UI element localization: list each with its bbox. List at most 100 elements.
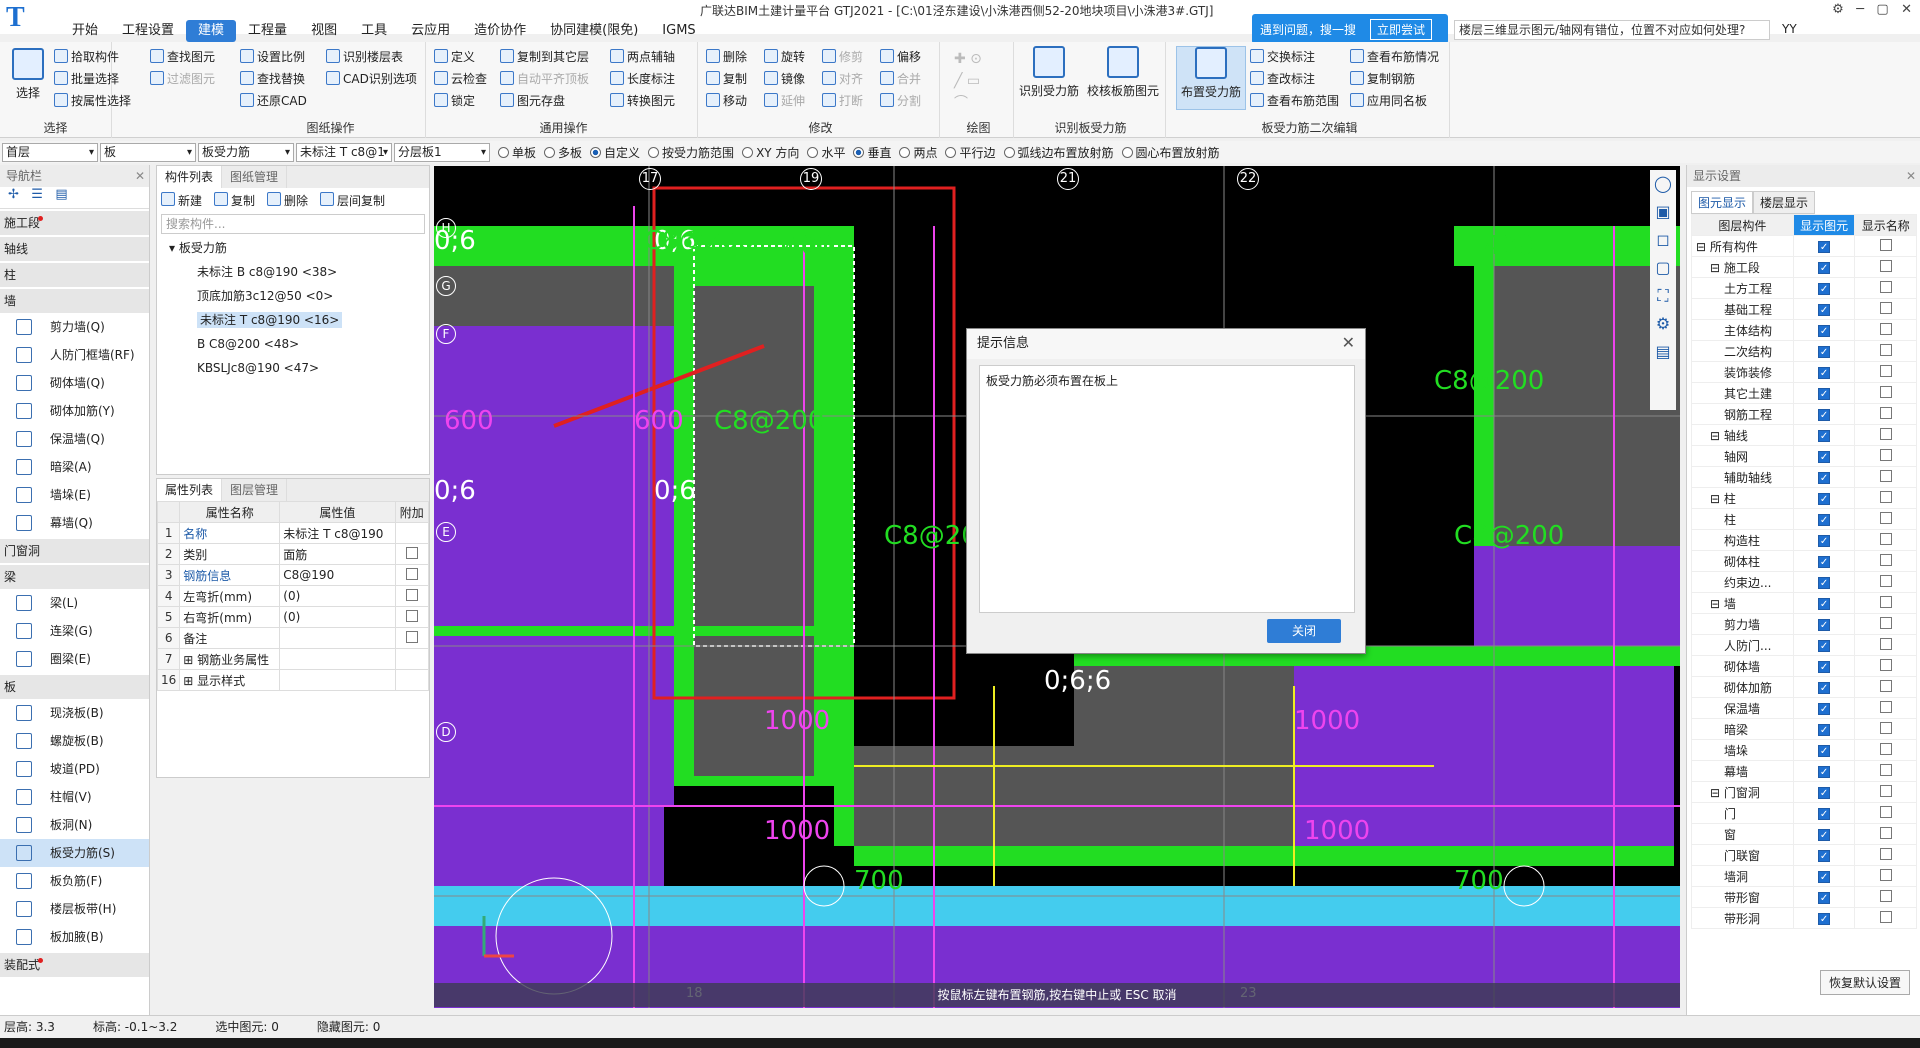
display-row[interactable]: 轴网 ✓ (1691, 445, 1917, 467)
window-controls[interactable]: ⚙ ─ ▢ ✕ (1832, 2, 1912, 17)
property-value[interactable]: (0) (279, 606, 396, 628)
display-row[interactable]: 柱 ✓ (1691, 508, 1917, 530)
show-name-cell[interactable] (1854, 655, 1917, 677)
property-value[interactable]: C8@190 (279, 564, 396, 586)
show-element-cell[interactable]: ✓ (1792, 445, 1856, 467)
display-tab-0[interactable]: 图元显示 (1691, 191, 1754, 214)
nav-section-0[interactable]: 施工段 (0, 211, 149, 235)
nav-item[interactable]: 保温墙(Q) (0, 425, 149, 453)
extra-checkbox[interactable] (405, 546, 418, 559)
property-row[interactable]: 5 右弯折(mm) (0) (156, 606, 430, 628)
show-name-cell[interactable] (1854, 382, 1917, 404)
show-name-cell[interactable] (1854, 907, 1917, 929)
option-radio-2[interactable]: 自定义 (590, 144, 640, 161)
show-name-cell[interactable] (1854, 466, 1917, 488)
display-row[interactable]: 砌体柱 ✓ (1691, 550, 1917, 572)
subtype-combo[interactable]: 板受力筋 (198, 142, 294, 162)
show-name-cell[interactable] (1854, 235, 1917, 257)
show-element-cell[interactable]: ✓ (1792, 424, 1856, 446)
show-name-checkbox[interactable] (1879, 364, 1892, 377)
component-tool-3[interactable]: 层间复制 (320, 191, 385, 209)
property-extra[interactable] (394, 669, 430, 691)
expand-icon[interactable]: ⊞ (183, 653, 197, 667)
show-element-cell[interactable]: ✓ (1792, 487, 1856, 509)
menu-9[interactable]: IGMS (650, 20, 707, 42)
display-row[interactable]: 基础工程 ✓ (1691, 298, 1917, 320)
nav-item[interactable]: 螺旋板(B) (0, 727, 149, 755)
extra-checkbox[interactable] (405, 609, 418, 622)
display-row[interactable]: 其它土建 ✓ (1691, 382, 1917, 404)
display-row[interactable]: 钢筋工程 ✓ (1691, 403, 1917, 425)
show-element-cell[interactable]: ✓ (1792, 382, 1856, 404)
show-name-checkbox[interactable] (1879, 784, 1892, 797)
nav-item[interactable]: 板洞(N) (0, 811, 149, 839)
show-element-checkbox[interactable]: ✓ (1818, 745, 1831, 757)
option-radio-0[interactable]: 单板 (498, 144, 536, 161)
place-rebar-button[interactable]: 布置受力筋 (1176, 46, 1246, 110)
menu-5[interactable]: 工具 (349, 20, 399, 42)
show-element-cell[interactable]: ✓ (1792, 802, 1856, 824)
show-name-checkbox[interactable] (1879, 763, 1892, 776)
show-element-checkbox[interactable]: ✓ (1818, 304, 1831, 316)
show-element-cell[interactable]: ✓ (1792, 235, 1856, 257)
extra-checkbox[interactable] (405, 567, 418, 580)
cloud-check-button[interactable]: 云检查 (434, 68, 487, 88)
nav-item[interactable]: 板受力筋(S) (0, 839, 149, 867)
expand-icon[interactable]: ⊟ (1710, 597, 1724, 611)
menu-0[interactable]: 开始 (60, 20, 110, 42)
property-value[interactable] (279, 669, 396, 691)
show-element-cell[interactable]: ✓ (1792, 508, 1856, 530)
select-button[interactable]: 选择 (8, 48, 48, 108)
try-now-button[interactable]: 立即尝试 (1370, 18, 1433, 40)
nav-section-5[interactable]: 梁 (0, 565, 149, 589)
nav-section-7[interactable]: 装配式 (0, 953, 149, 977)
nav-section-6[interactable]: 板 (0, 675, 149, 699)
view-range-button[interactable]: 查看布筋范围 (1250, 90, 1339, 110)
nav-item[interactable]: 板负筋(F) (0, 867, 149, 895)
show-element-checkbox[interactable]: ✓ (1818, 913, 1831, 925)
option-radio-1[interactable]: 多板 (544, 144, 582, 161)
nav-item[interactable]: 墙垛(E) (0, 481, 149, 509)
display-row[interactable]: 约束边... ✓ (1691, 571, 1917, 593)
show-name-cell[interactable] (1854, 886, 1917, 908)
nav-item[interactable]: 现浇板(B) (0, 699, 149, 727)
modify-button-11[interactable]: 分割 (880, 90, 921, 110)
component-tab-0[interactable]: 构件列表 (157, 166, 223, 188)
view-toolbar[interactable]: ◯ ▣ ◻ ▢ ⛶ ⚙ ▤ (1650, 170, 1676, 410)
help-notification[interactable]: 遇到问题，搜一搜 立即尝试 (1252, 14, 1448, 44)
show-name-checkbox[interactable] (1879, 742, 1892, 755)
show-name-checkbox[interactable] (1879, 448, 1892, 461)
component-combo[interactable]: 未标注 T c8@1 (296, 142, 392, 162)
show-element-cell[interactable]: ✓ (1792, 571, 1856, 593)
show-element-checkbox[interactable]: ✓ (1818, 241, 1831, 253)
component-search-input[interactable]: 搜索构件... (161, 214, 425, 234)
expand-icon[interactable]: ⊟ (1710, 786, 1724, 800)
menu-8[interactable]: 协同建模(限免) (538, 20, 650, 42)
display-row[interactable]: 构造柱 ✓ (1691, 529, 1917, 551)
display-row[interactable]: 幕墙 ✓ (1691, 760, 1917, 782)
nav-item[interactable]: 剪力墙(Q) (0, 313, 149, 341)
show-name-checkbox[interactable] (1879, 826, 1892, 839)
show-element-checkbox[interactable]: ✓ (1818, 766, 1831, 778)
show-element-checkbox[interactable]: ✓ (1818, 850, 1831, 862)
pick-component-button[interactable]: 拾取构件 (54, 46, 119, 66)
show-name-checkbox[interactable] (1879, 616, 1892, 629)
show-element-cell[interactable]: ✓ (1792, 277, 1856, 299)
property-value[interactable]: 未标注 T c8@190 (279, 522, 396, 544)
property-row[interactable]: 6 备注 (156, 627, 430, 649)
property-value[interactable]: (0) (279, 585, 396, 607)
display-row[interactable]: ⊟ 轴线 ✓ (1691, 424, 1917, 446)
apply-same-button[interactable]: 应用同名板 (1350, 90, 1427, 110)
show-name-cell[interactable] (1854, 634, 1917, 656)
dialog-close-icon[interactable]: ✕ (1342, 333, 1355, 352)
show-element-cell[interactable]: ✓ (1792, 340, 1856, 362)
expand-icon[interactable]: ⊟ (1710, 261, 1724, 275)
show-name-cell[interactable] (1854, 739, 1917, 761)
show-name-cell[interactable] (1854, 487, 1917, 509)
modify-button-7[interactable]: 合并 (880, 68, 921, 88)
length-dim-button[interactable]: 长度标注 (610, 68, 675, 88)
option-radio-9[interactable]: 弧线边布置放射筋 (1003, 144, 1114, 161)
display-row[interactable]: ⊟ 柱 ✓ (1691, 487, 1917, 509)
set-scale-button[interactable]: 设置比例 (240, 46, 305, 66)
show-name-checkbox[interactable] (1879, 700, 1892, 713)
